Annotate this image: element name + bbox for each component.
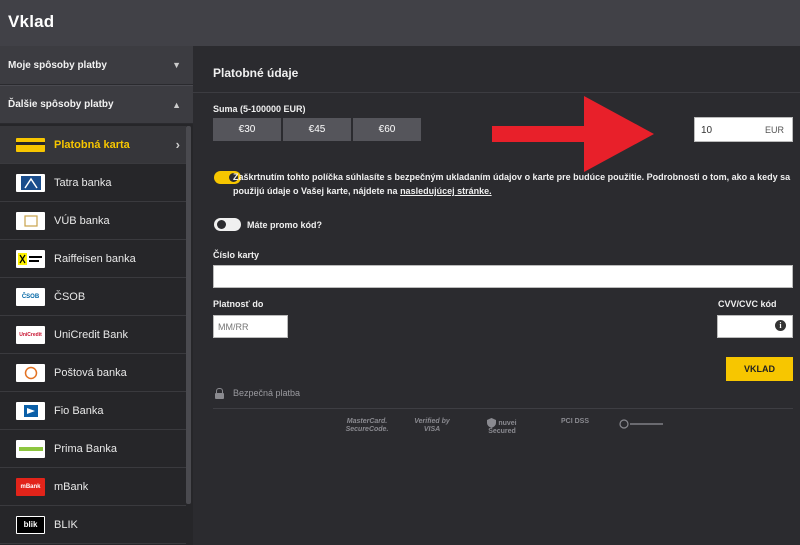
deposit-submit-button[interactable]: VKLAD — [726, 357, 793, 381]
info-icon[interactable]: i — [775, 320, 786, 331]
payment-method-label: Fio Banka — [54, 404, 104, 417]
payment-method-unicredit[interactable]: UniCredit UniCredit Bank — [0, 316, 186, 354]
amount-value: 10 — [701, 125, 713, 136]
payment-method-label: Raiffeisen banka — [54, 252, 136, 265]
payment-method-label: Tatra banka — [54, 176, 112, 189]
payment-method-label: ČSOB — [54, 290, 86, 303]
raiffeisen-logo — [16, 249, 45, 268]
sidebar-scrollbar[interactable] — [186, 126, 191, 504]
payment-form-panel: Platobné údaje Suma (5-100000 EUR) €30 €… — [193, 46, 800, 545]
payment-method-label: Prima Banka — [54, 442, 117, 455]
other-payment-methods-section[interactable]: Ďalšie spôsoby platby ▲ — [0, 85, 193, 124]
tatra-banka-logo — [16, 173, 45, 192]
payment-method-label: UniCredit Bank — [54, 328, 128, 341]
consent-text: Zaškrtnutím tohto políčka súhlasíte s be… — [233, 172, 791, 196]
chevron-down-icon: ▼ — [172, 60, 181, 70]
payment-method-csob[interactable]: ČSOB ČSOB — [0, 278, 186, 316]
page-title: Vklad — [8, 12, 55, 31]
payment-method-card[interactable]: Platobná karta › — [0, 126, 186, 164]
provider-logo-icon — [619, 419, 663, 429]
section-title: Platobné údaje — [213, 66, 299, 80]
secure-payment-label: Bezpečná platba — [233, 388, 301, 398]
fio-logo — [16, 401, 45, 420]
card-number-label: Číslo karty — [213, 250, 260, 260]
payment-method-fio-banka[interactable]: Fio Banka — [0, 392, 186, 430]
payment-method-list: Platobná karta › Tatra banka VÚB banka R… — [0, 126, 186, 544]
blik-logo: blik — [16, 515, 45, 534]
payment-method-tatra-banka[interactable]: Tatra banka — [0, 164, 186, 202]
divider — [193, 92, 800, 93]
my-payment-methods-section[interactable]: Moje spôsoby platby ▼ — [0, 46, 193, 85]
header-bar: Vklad — [0, 0, 800, 46]
payment-method-postova-banka[interactable]: Poštová banka — [0, 354, 186, 392]
preset-amount-45-button[interactable]: €45 — [283, 118, 351, 141]
mbank-logo: mBank — [16, 477, 45, 496]
currency-label: EUR — [764, 125, 784, 135]
card-icon — [16, 137, 45, 152]
payment-method-blik[interactable]: blik BLIK — [0, 506, 186, 544]
promo-code-toggle[interactable] — [214, 218, 241, 231]
payment-methods-sidebar: Moje spôsoby platby ▼ Ďalšie spôsoby pla… — [0, 46, 193, 545]
expiry-label: Platnosť do — [213, 299, 264, 309]
payment-method-prima-banka[interactable]: Prima Banka — [0, 430, 186, 468]
prima-banka-logo — [16, 439, 45, 458]
preset-amount-30-button[interactable]: €30 — [213, 118, 281, 141]
lock-icon — [215, 388, 224, 399]
promo-code-label: Máte promo kód? — [247, 220, 323, 230]
vub-logo — [16, 211, 45, 230]
payment-method-vub-banka[interactable]: VÚB banka — [0, 202, 186, 240]
payment-method-raiffeisen-banka[interactable]: Raiffeisen banka — [0, 240, 186, 278]
postova-banka-logo — [16, 363, 45, 382]
red-arrow-annotation — [492, 96, 654, 172]
payment-method-mbank[interactable]: mBank mBank — [0, 468, 186, 506]
payment-method-label: VÚB banka — [54, 214, 110, 227]
amount-input[interactable]: 10 EUR — [694, 117, 793, 142]
divider — [213, 408, 793, 409]
amount-label: Suma (5-100000 EUR) — [213, 104, 306, 114]
payment-method-label: mBank — [54, 480, 89, 493]
card-number-input[interactable] — [213, 265, 793, 288]
payment-method-label: BLIK — [54, 518, 78, 531]
mastercard-securecode-badge: MasterCard. SecureCode. — [345, 418, 389, 433]
secure-payment-note: Bezpečná platba — [215, 388, 301, 399]
chevron-right-icon: › — [175, 137, 180, 152]
my-payment-methods-label: Moje spôsoby platby — [8, 59, 107, 71]
shield-icon — [487, 418, 497, 428]
csob-logo: ČSOB — [16, 287, 45, 306]
preset-amount-60-button[interactable]: €60 — [353, 118, 421, 141]
payment-method-label: Poštová banka — [54, 366, 127, 379]
unicredit-logo: UniCredit — [16, 325, 45, 344]
chevron-up-icon: ▲ — [172, 99, 181, 110]
save-card-consent-text: Zaškrtnutím tohto políčka súhlasíte s be… — [233, 170, 793, 198]
other-payment-methods-label: Ďalšie spôsoby platby — [8, 99, 114, 110]
nuvei-secured-badge: nuvei Secured — [482, 418, 522, 436]
toggle-knob — [217, 220, 226, 229]
cvv-label: CVV/CVC kód — [718, 299, 777, 309]
payment-method-label: Platobná karta — [54, 138, 130, 151]
payment-provider-badge — [619, 418, 665, 433]
consent-details-link[interactable]: nasledujúcej stránke. — [400, 186, 492, 196]
expiry-input[interactable] — [213, 315, 288, 338]
pci-dss-badge: PCI DSS — [560, 418, 589, 425]
verified-by-visa-badge: Verified by VISA — [414, 418, 450, 433]
